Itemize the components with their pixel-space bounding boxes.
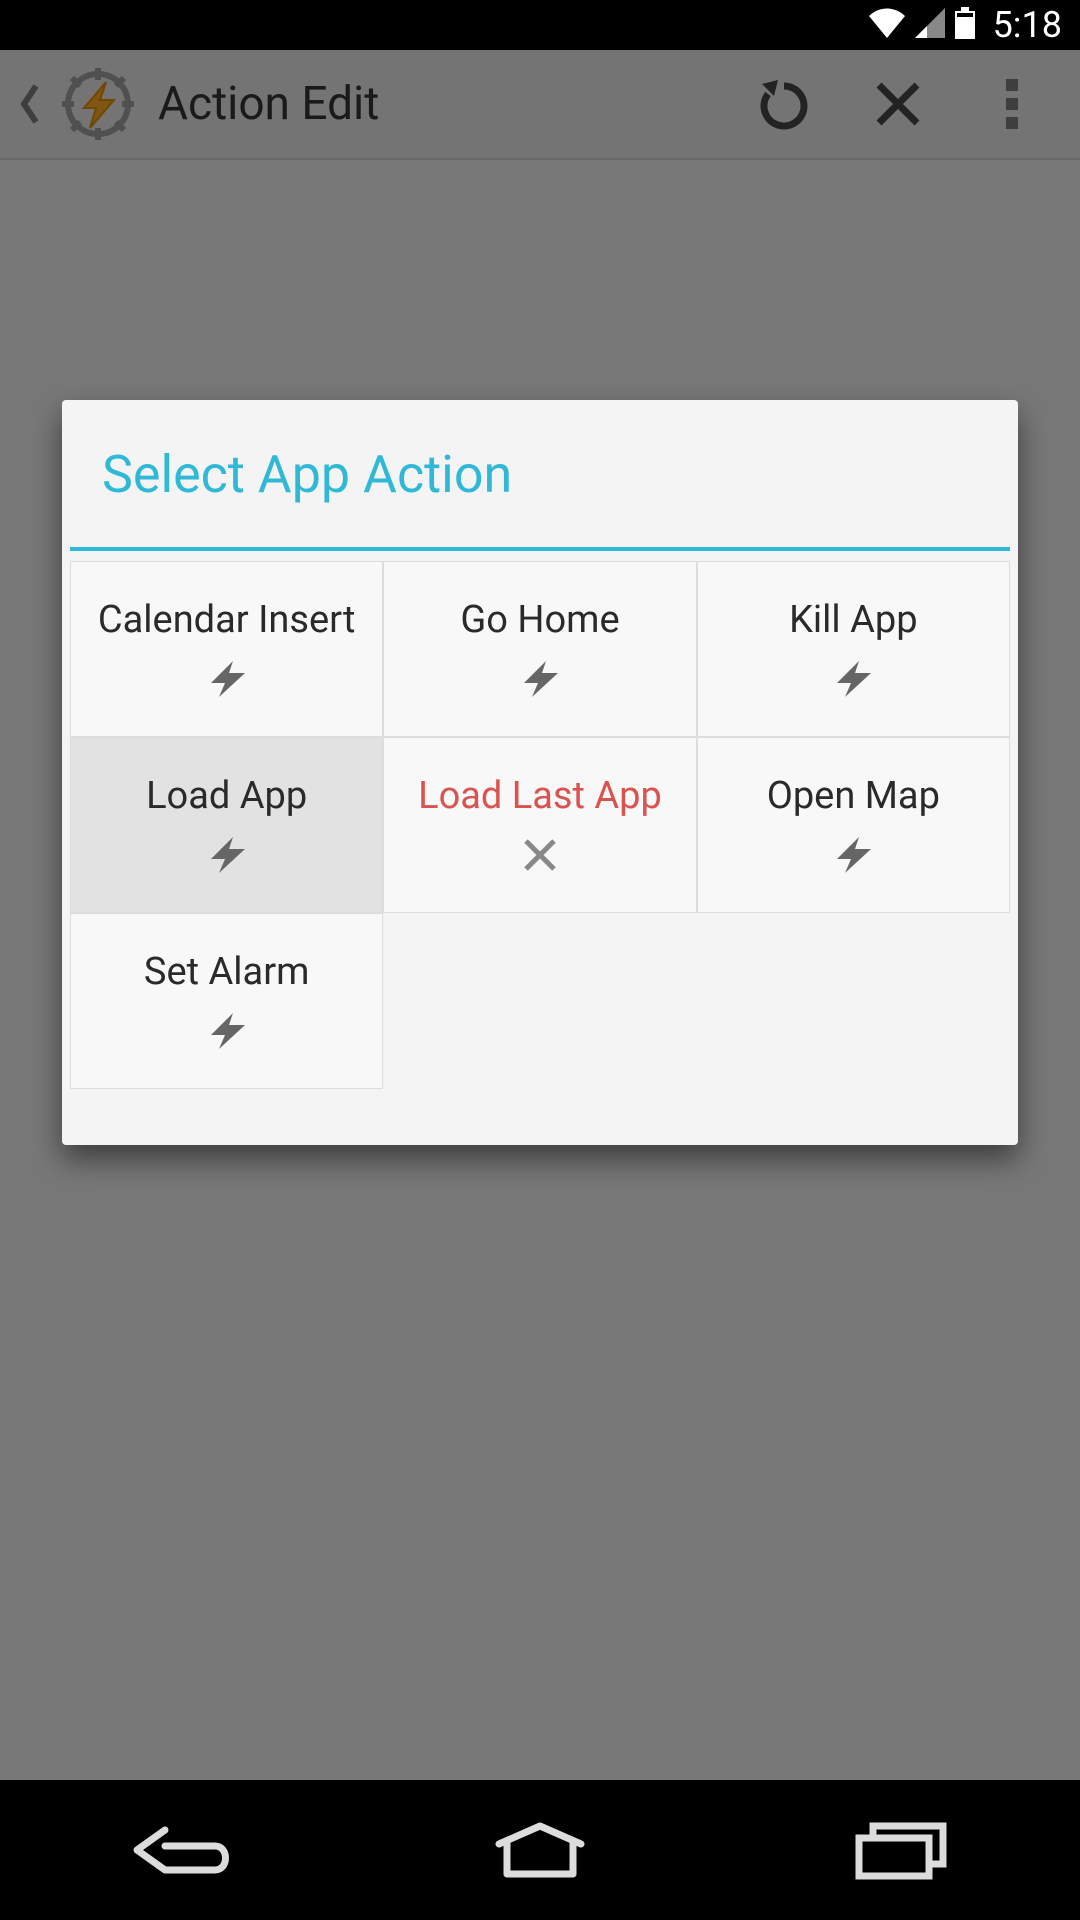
action-tile-set-alarm[interactable]: Set Alarm xyxy=(70,913,383,1089)
status-time: 5:18 xyxy=(993,4,1062,46)
action-tile-label: Load App xyxy=(146,775,307,819)
action-tile-calendar-insert[interactable]: Calendar Insert xyxy=(70,561,383,737)
x-icon xyxy=(512,835,568,875)
signal-icon xyxy=(915,8,945,42)
action-grid: Calendar Insert Go Home Kill App Load App Lo… xyxy=(62,551,1018,1089)
select-action-dialog: Select App Action Calendar Insert Go Home… xyxy=(62,400,1018,1145)
action-tile-label: Set Alarm xyxy=(144,951,309,995)
action-tile-label: Calendar Insert xyxy=(98,599,356,643)
battery-icon xyxy=(955,7,975,43)
nav-home-button[interactable] xyxy=(440,1800,640,1900)
bolt-icon xyxy=(825,835,881,875)
nav-bar xyxy=(0,1780,1080,1920)
bolt-icon xyxy=(512,659,568,699)
bolt-icon xyxy=(199,1011,255,1051)
action-tile-kill-app[interactable]: Kill App xyxy=(697,561,1010,737)
action-tile-load-last-app[interactable]: Load Last App xyxy=(383,737,696,913)
nav-back-button[interactable] xyxy=(80,1800,280,1900)
bolt-icon xyxy=(199,835,255,875)
action-tile-load-app[interactable]: Load App xyxy=(70,737,383,913)
action-tile-label: Kill App xyxy=(789,599,917,643)
action-tile-open-map[interactable]: Open Map xyxy=(697,737,1010,913)
bolt-icon xyxy=(825,659,881,699)
dialog-title: Select App Action xyxy=(62,400,1018,547)
action-tile-label: Open Map xyxy=(767,775,940,819)
bolt-icon xyxy=(199,659,255,699)
action-tile-label: Go Home xyxy=(460,599,619,643)
wifi-icon xyxy=(869,8,905,42)
nav-recent-button[interactable] xyxy=(800,1800,1000,1900)
action-tile-label: Load Last App xyxy=(418,775,662,819)
action-tile-go-home[interactable]: Go Home xyxy=(383,561,696,737)
status-bar: 5:18 xyxy=(0,0,1080,50)
app-area: Action Edit Select App Action Calendar I… xyxy=(0,50,1080,1780)
